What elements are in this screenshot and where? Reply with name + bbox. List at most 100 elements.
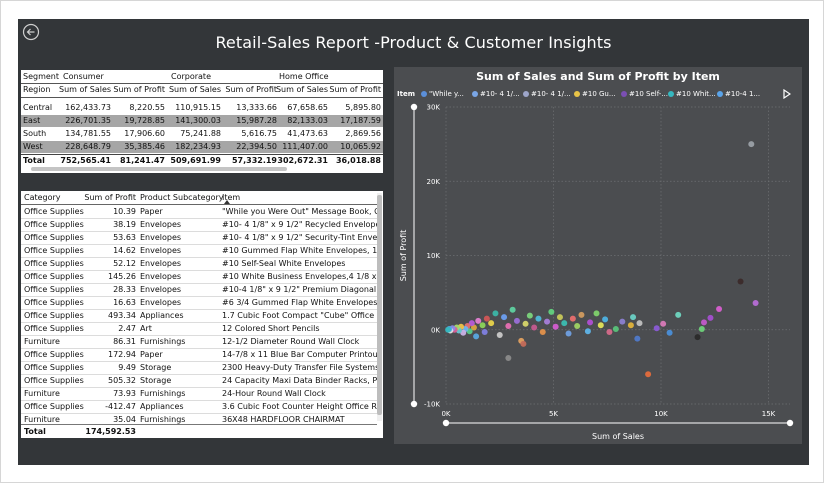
table-row[interactable]: Office Supplies 53.63 Envelopes #10- 4 1/8"… — [21, 231, 377, 245]
sort-ascending-icon[interactable] — [224, 200, 230, 204]
cell-product-subcategory: Envelopes — [140, 220, 182, 229]
scatter-point — [513, 317, 520, 324]
cell-product-subcategory: Envelopes — [140, 233, 182, 242]
cell-item: 2300 Heavy-Duty Transfer File Systems by — [222, 363, 377, 372]
scatter-point — [698, 326, 705, 333]
scatter-plot-area[interactable]: 30K20K10K0K-10K0K 5K 10K 15KSum of SalesSum… — [394, 67, 802, 444]
matrix-region-name: South — [23, 129, 47, 138]
cell-sum-of-profit: 38.19 — [113, 220, 136, 229]
table-row[interactable]: Furniture 73.93 Furnishings 24-Hour Round W… — [21, 387, 377, 401]
matrix-value: 111,407.00 — [282, 142, 328, 151]
matrix-measure-header-row: Region Sum of Sales Sum of Profit Sum of… — [21, 84, 383, 96]
scatter-point — [561, 320, 568, 327]
scatter-point — [612, 326, 619, 333]
table-row[interactable]: Office Supplies 493.34 Appliances 1.7 Cubic… — [21, 309, 377, 323]
sales-profit-scatter-chart[interactable]: Sum of Sales and Sum of Profit by Item I… — [394, 67, 802, 444]
column-header-item[interactable]: Item — [222, 191, 282, 204]
y-tick-label: -10K — [424, 401, 440, 409]
matrix-value: 75,241.88 — [180, 129, 221, 138]
matrix-row-west[interactable]: West 228,648.79 35,385.46 182,234.93 22,… — [21, 141, 383, 153]
scatter-point — [716, 305, 723, 312]
matrix-value: 17,187.59 — [340, 116, 381, 125]
table-row[interactable]: Office Supplies 172.94 Paper 14-7/8 x 11 Bl… — [21, 348, 377, 362]
matrix-segment-corporate[interactable]: Corporate — [171, 71, 271, 83]
matrix-value: 19,728.85 — [124, 116, 165, 125]
table-row[interactable]: Office Supplies 28.33 Envelopes #10-4 1/8" … — [21, 283, 377, 297]
matrix-value: 5,616.75 — [241, 129, 277, 138]
cell-category: Office Supplies — [24, 402, 84, 411]
cell-category: Furniture — [24, 337, 60, 346]
matrix-segment-consumer[interactable]: Consumer — [63, 71, 163, 83]
matrix-row-south[interactable]: South 134,781.55 17,906.60 75,241.88 5,6… — [21, 128, 383, 140]
cell-category: Office Supplies — [24, 207, 84, 216]
matrix-value: 5,895.80 — [345, 103, 381, 112]
cell-sum-of-profit: 10.39 — [113, 207, 136, 216]
table-total-label: Total — [24, 427, 46, 436]
cell-category: Office Supplies — [24, 324, 84, 333]
table-vertical-scrollbar[interactable] — [377, 193, 382, 421]
matrix-total-value: 509,691.99 — [170, 156, 221, 165]
matrix-total-value: 57,332.19 — [231, 156, 277, 165]
matrix-region-name: West — [23, 142, 43, 151]
cell-sum-of-profit: 52.12 — [113, 259, 136, 268]
matrix-horizontal-scrollbar[interactable] — [31, 167, 287, 171]
report-title: Retail-Sales Report -Product & Customer … — [215, 33, 612, 52]
cell-item: 12 Colored Short Pencils — [222, 324, 320, 333]
matrix-value: 228,648.79 — [65, 142, 111, 151]
cell-category: Office Supplies — [24, 220, 84, 229]
matrix-value: 110,915.15 — [175, 103, 221, 112]
x-tick-label: 10K — [654, 410, 668, 418]
table-row[interactable]: Office Supplies 505.32 Storage 24 Capacity … — [21, 374, 377, 388]
table-row[interactable]: Office Supplies 14.62 Envelopes #10 Gummed … — [21, 244, 377, 258]
cell-product-subcategory: Furnishings — [140, 389, 186, 398]
column-header-sum-of-profit[interactable]: Sum of Profit — [76, 191, 136, 204]
matrix-value: 22,394.50 — [236, 142, 277, 151]
matrix-row-central[interactable]: Central 162,433.73 8,220.55 110,915.15 1… — [21, 102, 383, 114]
cell-category: Office Supplies — [24, 298, 84, 307]
scatter-point — [526, 312, 533, 319]
matrix-value: 10,065.92 — [340, 142, 381, 151]
matrix-row-east[interactable]: East 226,701.35 19,728.85 141,300.03 15,… — [21, 115, 383, 127]
cell-product-subcategory: Envelopes — [140, 298, 182, 307]
matrix-measure-header[interactable]: Sum of Sales — [274, 84, 328, 96]
table-row[interactable]: Office Supplies 2.47 Art 12 Colored Short P… — [21, 322, 377, 336]
table-scroll-thumb[interactable] — [377, 195, 382, 415]
column-header-category[interactable]: Category — [24, 191, 84, 204]
matrix-value: 226,701.35 — [65, 116, 111, 125]
matrix-measure-header[interactable]: Sum of Profit — [327, 84, 381, 96]
scatter-point — [666, 329, 673, 336]
matrix-measure-header[interactable]: Sum of Sales — [167, 84, 221, 96]
table-row[interactable]: Office Supplies -412.47 Appliances 3.6 Cubi… — [21, 400, 377, 414]
matrix-measure-header[interactable]: Sum of Sales — [59, 84, 111, 96]
matrix-measure-header[interactable]: Sum of Profit — [113, 84, 165, 96]
table-row[interactable]: Office Supplies 52.12 Envelopes #10 Self-Se… — [21, 257, 377, 271]
scatter-point — [569, 315, 576, 322]
cell-sum-of-profit: 493.34 — [108, 311, 136, 320]
scatter-point — [602, 316, 609, 323]
cell-product-subcategory: Appliances — [140, 311, 184, 320]
scatter-point — [630, 314, 637, 321]
item-profit-table[interactable]: Category Sum of Profit Product Subcatego… — [21, 191, 383, 438]
table-row[interactable]: Office Supplies 145.26 Envelopes #10 White … — [21, 270, 377, 284]
segment-region-matrix[interactable]: Segment Consumer Corporate Home Office R… — [21, 70, 383, 173]
scatter-point — [707, 314, 714, 321]
table-row[interactable]: Furniture 86.31 Furnishings 12-1/2 Diameter… — [21, 335, 377, 349]
cell-sum-of-profit: 505.32 — [108, 376, 136, 385]
scatter-point — [483, 315, 490, 322]
cell-category: Office Supplies — [24, 376, 84, 385]
cell-category: Office Supplies — [24, 363, 84, 372]
table-row[interactable]: Office Supplies 16.63 Envelopes #6 3/4 Gumm… — [21, 296, 377, 310]
matrix-value: 141,300.03 — [175, 116, 221, 125]
table-row[interactable]: Office Supplies 38.19 Envelopes #10- 4 1/8"… — [21, 218, 377, 232]
table-row[interactable]: Office Supplies 10.39 Paper "While you Were… — [21, 205, 377, 219]
matrix-measure-header[interactable]: Sum of Profit — [222, 84, 277, 96]
table-total-value: 174,592.53 — [85, 427, 136, 436]
matrix-value: 8,220.55 — [129, 103, 165, 112]
matrix-segment-home-office[interactable]: Home Office — [279, 71, 379, 83]
cell-category: Office Supplies — [24, 311, 84, 320]
column-header-product-subcategory[interactable]: Product Subcategory — [140, 191, 224, 204]
cell-sum-of-profit: -412.47 — [105, 402, 136, 411]
matrix-value: 35,385.46 — [124, 142, 165, 151]
scatter-point — [565, 330, 572, 337]
table-row[interactable]: Office Supplies 9.49 Storage 2300 Heavy-Dut… — [21, 361, 377, 375]
